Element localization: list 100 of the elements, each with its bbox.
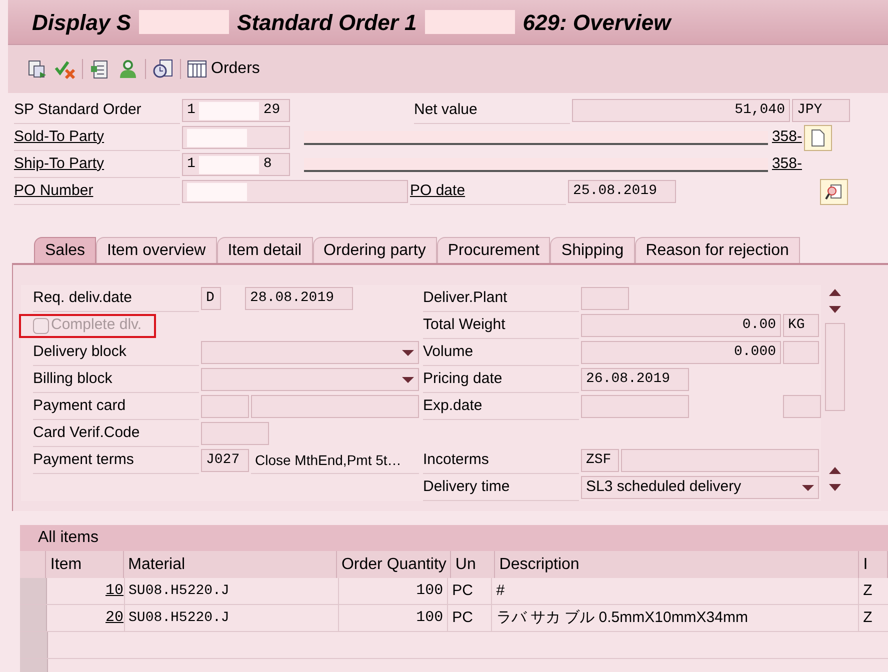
scroll-up-icon[interactable] xyxy=(829,289,841,296)
tab[interactable]: Ordering party xyxy=(312,237,437,263)
input-field[interactable]: 1 8 xyxy=(182,153,290,176)
scroll-down-icon[interactable] xyxy=(829,306,841,313)
redaction-mark xyxy=(199,156,260,174)
field-value: 0.000 xyxy=(734,343,776,362)
window-title: 629: Overview xyxy=(522,8,671,36)
columns-icon xyxy=(187,60,207,78)
partner-search-icon[interactable] xyxy=(820,178,848,204)
field-label: Billing block xyxy=(33,368,112,389)
field-value: 25.08.2019 xyxy=(573,182,658,201)
field-link[interactable]: PO Number xyxy=(14,180,94,202)
person-icon[interactable] xyxy=(117,58,139,80)
input-field[interactable] xyxy=(182,180,408,203)
dropdown-field[interactable] xyxy=(201,341,419,364)
field-value: 29 xyxy=(263,101,280,120)
table-cell: # xyxy=(492,578,860,604)
input-field[interactable]: D xyxy=(201,287,221,310)
table-cell: PC xyxy=(448,578,492,604)
field-description: Close MthEnd,Pmt 5t… xyxy=(251,448,419,474)
tab[interactable]: Item detail xyxy=(216,237,313,263)
item-link[interactable]: 10 xyxy=(106,580,124,602)
input-field[interactable]: 1 29 xyxy=(182,99,290,122)
redaction-mark xyxy=(187,182,247,200)
clock-document-icon[interactable] xyxy=(152,58,174,80)
check-cross-icon[interactable] xyxy=(54,58,76,80)
party-description[interactable]: 358- xyxy=(772,153,802,176)
field-value: 1 xyxy=(187,101,196,120)
input-field[interactable]: 28.08.2019 xyxy=(245,287,353,310)
input-field[interactable]: 51,040 xyxy=(572,99,790,122)
input-field[interactable] xyxy=(581,287,629,310)
input-field[interactable]: KG xyxy=(783,314,819,337)
dropdown-caret-icon xyxy=(402,376,414,382)
field-value: 0.00 xyxy=(742,316,776,335)
field-label: Exp.date xyxy=(423,396,482,416)
dropdown-field[interactable] xyxy=(201,368,419,391)
field-label: SP Standard Order xyxy=(14,100,142,120)
dropdown-field[interactable]: SL3 scheduled delivery xyxy=(581,476,819,499)
table-title: All items xyxy=(38,528,98,548)
field-label: Delivery block xyxy=(33,342,126,362)
dropdown-caret-icon xyxy=(402,350,414,356)
redaction-mark xyxy=(199,102,260,120)
field-link[interactable]: PO date xyxy=(410,180,466,202)
orders-button[interactable]: Orders xyxy=(187,57,260,81)
input-field[interactable]: J027 xyxy=(201,449,249,472)
input-field[interactable] xyxy=(201,395,249,418)
window-title: Standard Order 1 xyxy=(237,8,417,36)
dropdown-caret-icon xyxy=(802,484,814,490)
tab[interactable]: Procurement xyxy=(436,237,550,263)
input-field[interactable] xyxy=(201,422,269,445)
field-label: Card Verif.Code xyxy=(33,422,140,443)
field-link[interactable]: Ship-To Party xyxy=(14,152,104,176)
field-value: 28.08.2019 xyxy=(250,289,334,308)
field-label: Payment terms xyxy=(33,450,134,470)
item-link[interactable]: 20 xyxy=(106,606,124,630)
tab[interactable]: Reason for rejection xyxy=(634,237,800,263)
input-field[interactable] xyxy=(783,395,821,418)
table-cell: 100 xyxy=(339,605,448,631)
document-icon[interactable] xyxy=(804,124,832,150)
field-link[interactable]: Sold-To Party xyxy=(14,126,104,148)
input-field[interactable]: 25.08.2019 xyxy=(568,180,676,203)
field-label: Delivery time xyxy=(423,476,510,497)
checkbox-label: Complete dlv. xyxy=(51,315,142,336)
field-label: Net value xyxy=(414,100,478,120)
field-value: KG xyxy=(788,316,805,335)
table-cell: PC xyxy=(448,605,492,631)
tab[interactable]: Sales xyxy=(34,237,96,263)
input-field[interactable] xyxy=(182,126,290,149)
input-field[interactable]: 0.000 xyxy=(581,341,781,364)
field-value: ZSF xyxy=(586,451,612,470)
field-label: Deliver.Plant xyxy=(423,288,508,308)
party-description[interactable]: 358- xyxy=(772,126,802,149)
field-value: 51,040 xyxy=(734,101,785,120)
input-field[interactable] xyxy=(621,449,819,472)
field-value: D xyxy=(206,289,214,308)
input-field[interactable] xyxy=(783,341,819,364)
tab[interactable]: Item overview xyxy=(96,237,217,263)
input-field[interactable]: 0.00 xyxy=(581,314,781,337)
field-label: Pricing date xyxy=(423,368,502,389)
document-icon[interactable] xyxy=(26,58,48,80)
scroll-up-icon[interactable] xyxy=(829,467,841,474)
input-field[interactable]: JPY xyxy=(792,99,850,122)
input-field[interactable]: ZSF xyxy=(581,449,619,472)
row-selector[interactable] xyxy=(20,605,47,631)
field-value: 1 xyxy=(187,155,196,174)
table-cell: SU08.H5220.J xyxy=(124,578,340,604)
row-selector[interactable] xyxy=(20,578,47,604)
scroll-down-icon[interactable] xyxy=(829,484,841,491)
table-cell-text: Z xyxy=(862,608,874,628)
field-value: 8 xyxy=(263,155,272,174)
tab[interactable]: Shipping xyxy=(550,237,635,263)
field-label: Payment card xyxy=(33,396,126,416)
field-label: Volume xyxy=(423,342,474,362)
field-label: Req. deliv.date xyxy=(33,288,132,308)
input-field[interactable] xyxy=(251,395,419,418)
table-cell: 100 xyxy=(339,578,448,604)
table-cell: ラバ サカ ブル 0.5mmX10mmX34mm xyxy=(492,605,860,631)
input-field[interactable] xyxy=(581,395,689,418)
input-field[interactable]: 26.08.2019 xyxy=(581,368,689,391)
row-selector[interactable] xyxy=(20,632,48,658)
